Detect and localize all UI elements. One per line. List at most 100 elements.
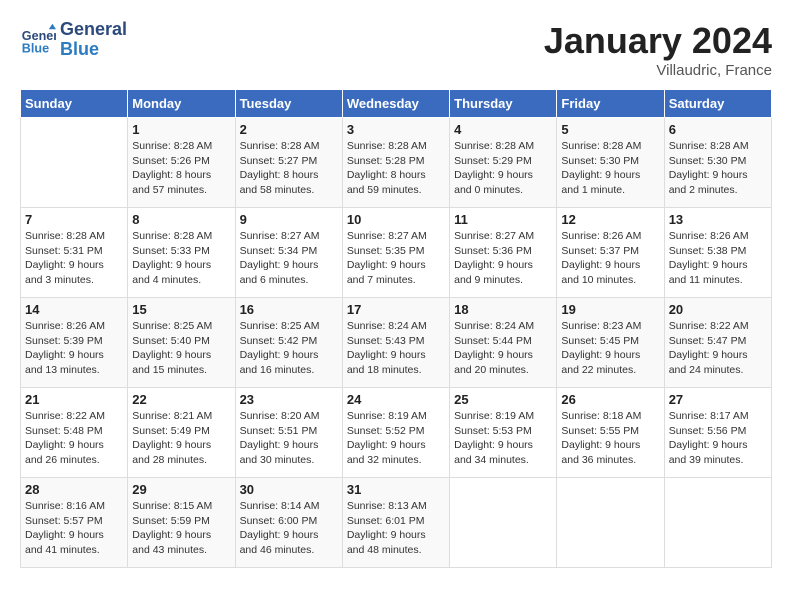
day-info: Sunrise: 8:28 AMSunset: 5:30 PMDaylight:… [561,139,659,198]
calendar-cell: 15Sunrise: 8:25 AMSunset: 5:40 PMDayligh… [128,298,235,388]
day-info: Sunrise: 8:14 AMSunset: 6:00 PMDaylight:… [240,499,338,558]
day-info: Sunrise: 8:23 AMSunset: 5:45 PMDaylight:… [561,319,659,378]
location: Villaudric, France [544,62,772,79]
day-number: 10 [347,212,445,227]
day-info: Sunrise: 8:27 AMSunset: 5:34 PMDaylight:… [240,229,338,288]
day-info: Sunrise: 8:28 AMSunset: 5:30 PMDaylight:… [669,139,767,198]
day-info: Sunrise: 8:26 AMSunset: 5:38 PMDaylight:… [669,229,767,288]
calendar-cell: 13Sunrise: 8:26 AMSunset: 5:38 PMDayligh… [664,208,771,298]
header-wednesday: Wednesday [342,90,449,118]
day-info: Sunrise: 8:24 AMSunset: 5:43 PMDaylight:… [347,319,445,378]
day-info: Sunrise: 8:15 AMSunset: 5:59 PMDaylight:… [132,499,230,558]
day-info: Sunrise: 8:20 AMSunset: 5:51 PMDaylight:… [240,409,338,468]
header-friday: Friday [557,90,664,118]
calendar-cell: 22 Sunrise: 8:21 AMSunset: 5:49 PMDayligh… [128,388,235,478]
day-number: 7 [25,212,123,227]
calendar-cell: 5 Sunrise: 8:28 AMSunset: 5:30 PMDaylight… [557,118,664,208]
day-info: Sunrise: 8:27 AMSunset: 5:35 PMDaylight:… [347,229,445,288]
day-info: Sunrise: 8:25 AMSunset: 5:42 PMDaylight:… [240,319,338,378]
calendar-week-4: 28Sunrise: 8:16 AMSunset: 5:57 PMDayligh… [21,478,772,568]
day-number: 31 [347,482,445,497]
day-info: Sunrise: 8:17 AMSunset: 5:56 PMDaylight:… [669,409,767,468]
calendar-cell: 29 Sunrise: 8:15 AMSunset: 5:59 PMDayligh… [128,478,235,568]
calendar-cell [450,478,557,568]
calendar-week-1: 7Sunrise: 8:28 AMSunset: 5:31 PMDaylight… [21,208,772,298]
day-number: 14 [25,302,123,317]
calendar-cell: 16Sunrise: 8:25 AMSunset: 5:42 PMDayligh… [235,298,342,388]
calendar-cell: 8 Sunrise: 8:28 AMSunset: 5:33 PMDaylight… [128,208,235,298]
calendar-cell: 2 Sunrise: 8:28 AMSunset: 5:27 PMDaylight… [235,118,342,208]
day-info: Sunrise: 8:24 AMSunset: 5:44 PMDaylight:… [454,319,552,378]
calendar-cell: 30 Sunrise: 8:14 AMSunset: 6:00 PMDayligh… [235,478,342,568]
day-number: 1 [132,122,230,137]
calendar-cell: 28Sunrise: 8:16 AMSunset: 5:57 PMDayligh… [21,478,128,568]
day-info: Sunrise: 8:28 AMSunset: 5:26 PMDaylight:… [132,139,230,198]
day-number: 27 [669,392,767,407]
day-info: Sunrise: 8:26 AMSunset: 5:37 PMDaylight:… [561,229,659,288]
day-number: 26 [561,392,659,407]
calendar-cell: 12Sunrise: 8:26 AMSunset: 5:37 PMDayligh… [557,208,664,298]
day-number: 6 [669,122,767,137]
day-info: Sunrise: 8:28 AMSunset: 5:28 PMDaylight:… [347,139,445,198]
day-info: Sunrise: 8:18 AMSunset: 5:55 PMDaylight:… [561,409,659,468]
day-info: Sunrise: 8:22 AMSunset: 5:48 PMDaylight:… [25,409,123,468]
calendar-cell: 14Sunrise: 8:26 AMSunset: 5:39 PMDayligh… [21,298,128,388]
logo-text: General Blue [60,20,127,60]
day-number: 5 [561,122,659,137]
header-row: Sunday Monday Tuesday Wednesday Thursday… [21,90,772,118]
day-number: 30 [240,482,338,497]
day-info: Sunrise: 8:22 AMSunset: 5:47 PMDaylight:… [669,319,767,378]
calendar-cell: 7Sunrise: 8:28 AMSunset: 5:31 PMDaylight… [21,208,128,298]
day-number: 9 [240,212,338,227]
calendar-cell: 21 Sunrise: 8:22 AMSunset: 5:48 PMDayligh… [21,388,128,478]
day-info: Sunrise: 8:28 AMSunset: 5:27 PMDaylight:… [240,139,338,198]
day-number: 2 [240,122,338,137]
day-info: Sunrise: 8:13 AMSunset: 6:01 PMDaylight:… [347,499,445,558]
day-number: 4 [454,122,552,137]
day-info: Sunrise: 8:21 AMSunset: 5:49 PMDaylight:… [132,409,230,468]
month-title: January 2024 [544,20,772,62]
calendar-cell [21,118,128,208]
day-number: 8 [132,212,230,227]
calendar-week-3: 21 Sunrise: 8:22 AMSunset: 5:48 PMDayligh… [21,388,772,478]
day-number: 11 [454,212,552,227]
header-monday: Monday [128,90,235,118]
calendar-cell: 20 Sunrise: 8:22 AMSunset: 5:47 PMDayligh… [664,298,771,388]
svg-text:Blue: Blue [22,41,49,55]
calendar-body: 1 Sunrise: 8:28 AMSunset: 5:26 PMDaylight… [21,118,772,568]
calendar-cell: 26 Sunrise: 8:18 AMSunset: 5:55 PMDayligh… [557,388,664,478]
page-header: General Blue General Blue January 2024 V… [20,20,772,79]
calendar-week-2: 14Sunrise: 8:26 AMSunset: 5:39 PMDayligh… [21,298,772,388]
day-number: 28 [25,482,123,497]
calendar-cell: 11Sunrise: 8:27 AMSunset: 5:36 PMDayligh… [450,208,557,298]
calendar-cell: 31 Sunrise: 8:13 AMSunset: 6:01 PMDayligh… [342,478,449,568]
calendar-cell: 27 Sunrise: 8:17 AMSunset: 5:56 PMDayligh… [664,388,771,478]
day-number: 22 [132,392,230,407]
calendar-cell: 19 Sunrise: 8:23 AMSunset: 5:45 PMDayligh… [557,298,664,388]
day-number: 15 [132,302,230,317]
day-info: Sunrise: 8:28 AMSunset: 5:29 PMDaylight:… [454,139,552,198]
header-saturday: Saturday [664,90,771,118]
day-number: 25 [454,392,552,407]
calendar-cell: 1 Sunrise: 8:28 AMSunset: 5:26 PMDaylight… [128,118,235,208]
day-number: 29 [132,482,230,497]
calendar-cell: 3Sunrise: 8:28 AMSunset: 5:28 PMDaylight… [342,118,449,208]
calendar-cell: 4 Sunrise: 8:28 AMSunset: 5:29 PMDaylight… [450,118,557,208]
calendar-table: Sunday Monday Tuesday Wednesday Thursday… [20,89,772,568]
calendar-cell [664,478,771,568]
day-info: Sunrise: 8:28 AMSunset: 5:33 PMDaylight:… [132,229,230,288]
calendar-header: Sunday Monday Tuesday Wednesday Thursday… [21,90,772,118]
calendar-cell: 17 Sunrise: 8:24 AMSunset: 5:43 PMDayligh… [342,298,449,388]
header-sunday: Sunday [21,90,128,118]
day-number: 23 [240,392,338,407]
day-number: 17 [347,302,445,317]
calendar-cell [557,478,664,568]
calendar-cell: 9 Sunrise: 8:27 AMSunset: 5:34 PMDaylight… [235,208,342,298]
calendar-cell: 10 Sunrise: 8:27 AMSunset: 5:35 PMDayligh… [342,208,449,298]
day-number: 24 [347,392,445,407]
day-number: 19 [561,302,659,317]
day-number: 21 [25,392,123,407]
calendar-week-0: 1 Sunrise: 8:28 AMSunset: 5:26 PMDaylight… [21,118,772,208]
calendar-cell: 25Sunrise: 8:19 AMSunset: 5:53 PMDayligh… [450,388,557,478]
day-number: 20 [669,302,767,317]
